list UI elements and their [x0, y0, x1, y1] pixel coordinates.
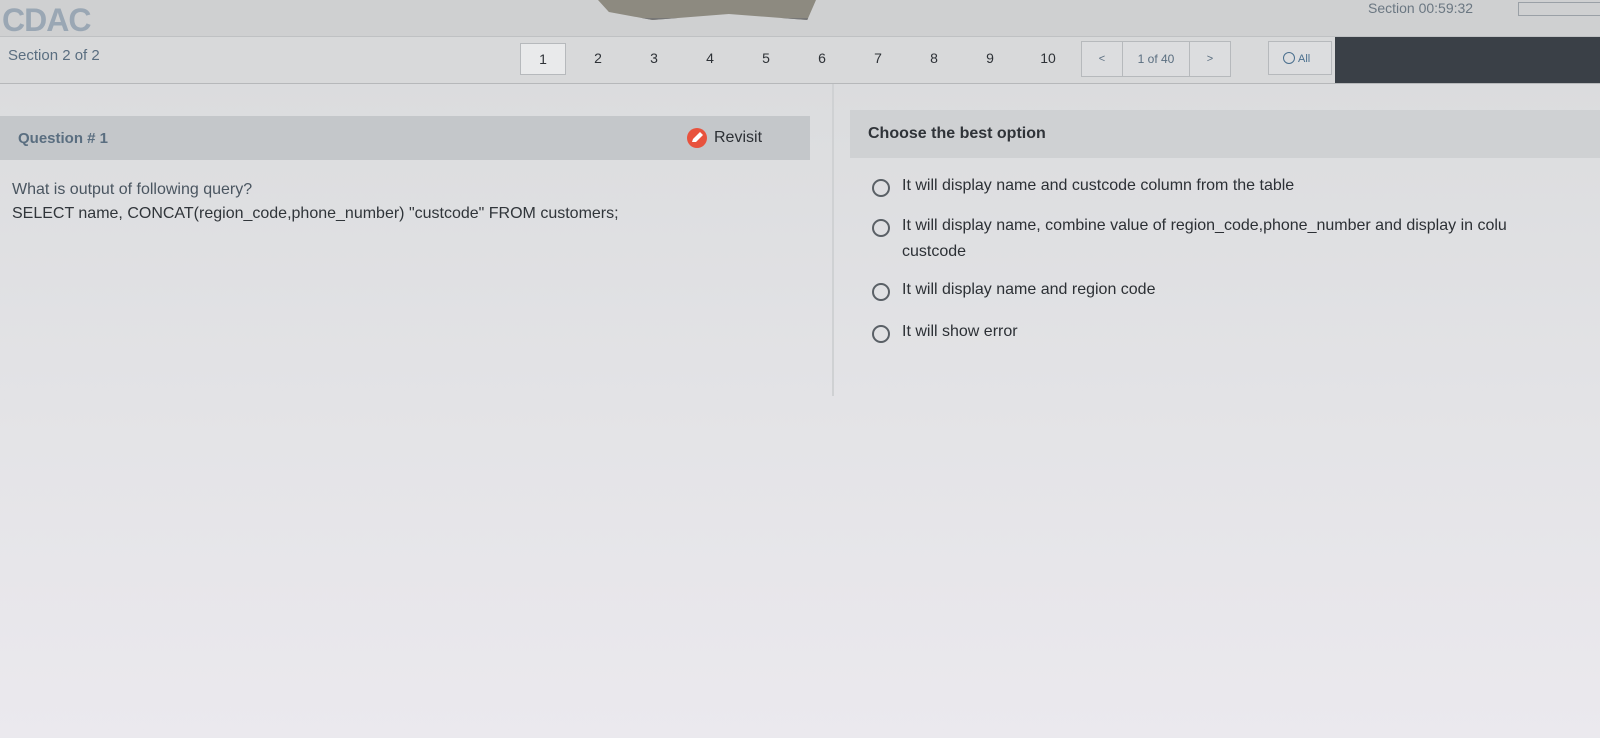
- section-timer: Section 00:59:32: [1368, 0, 1474, 16]
- question-link-10[interactable]: 10: [1026, 43, 1070, 73]
- photo-strip: [598, 0, 816, 20]
- logo: CDAC: [2, 2, 91, 38]
- option-label: It will display name and region code: [902, 277, 1155, 303]
- question-link-8[interactable]: 8: [912, 43, 956, 73]
- option-label: It will show error: [902, 319, 1018, 345]
- option-label: It will display name and custcode column…: [902, 173, 1294, 199]
- option-label-line1: It will show error: [902, 323, 1018, 340]
- question-link-2[interactable]: 2: [576, 43, 620, 73]
- option-label-line2: custcode: [902, 243, 967, 260]
- option-4[interactable]: It will show error: [872, 323, 1018, 345]
- question-link-5[interactable]: 5: [744, 43, 788, 73]
- option-3[interactable]: It will display name and region code: [872, 281, 1155, 303]
- option-label: It will display name, combine value of r…: [902, 213, 1507, 265]
- radio-button[interactable]: [872, 283, 890, 301]
- option-label-line1: It will display name and region code: [902, 281, 1156, 298]
- timer-box: [1518, 2, 1600, 16]
- question-text-line2: SELECT name, CONCAT(region_code,phone_nu…: [12, 205, 619, 222]
- pager-prev-button[interactable]: <: [1082, 42, 1123, 76]
- radio-button[interactable]: [872, 325, 890, 343]
- question-link-6[interactable]: 6: [800, 43, 844, 73]
- filter-all-label: All: [1298, 53, 1311, 65]
- revisit-button[interactable]: Revisit: [686, 126, 762, 150]
- question-link-4[interactable]: 4: [688, 43, 732, 73]
- options-title: Choose the best option: [868, 125, 1046, 142]
- question-header: Question # 1 Revisit: [0, 116, 810, 160]
- option-label-line1: It will display name, combine value of r…: [902, 217, 1507, 234]
- pager-status: 1 of 40: [1137, 52, 1175, 66]
- option-label-line1: It will display name and custcode column…: [902, 177, 1295, 194]
- options-header: Choose the best option: [850, 110, 1600, 158]
- revisit-label: Revisit: [714, 129, 763, 146]
- question-link-7[interactable]: 7: [856, 43, 900, 73]
- panel-divider: [832, 84, 834, 396]
- question-nav: Section 2 of 2 1 2 3 4 5 6 7 8 9 10 < 1 …: [0, 36, 1600, 84]
- question-link-1[interactable]: 1: [520, 43, 566, 75]
- option-1[interactable]: It will display name and custcode column…: [872, 177, 1294, 199]
- top-bar: CDAC Section 00:59:32: [0, 0, 1600, 38]
- section-label: Section 2 of 2: [8, 47, 100, 64]
- filter-all-button[interactable]: All: [1268, 41, 1332, 75]
- question-title: Question # 1: [18, 130, 109, 147]
- option-2[interactable]: It will display name, combine value of r…: [872, 217, 1507, 265]
- question-text-line1: What is output of following query?: [12, 181, 253, 198]
- radio-button[interactable]: [872, 179, 890, 197]
- radio-button[interactable]: [872, 219, 890, 237]
- dark-bar: [1335, 37, 1600, 83]
- pager: < 1 of 40 >: [1081, 41, 1231, 77]
- question-link-9[interactable]: 9: [968, 43, 1012, 73]
- pager-next-button[interactable]: >: [1189, 42, 1230, 76]
- pencil-icon: [687, 127, 707, 148]
- question-link-3[interactable]: 3: [632, 43, 676, 73]
- question-text: What is output of following query? SELEC…: [12, 178, 619, 226]
- check-circle-icon: [1283, 52, 1295, 65]
